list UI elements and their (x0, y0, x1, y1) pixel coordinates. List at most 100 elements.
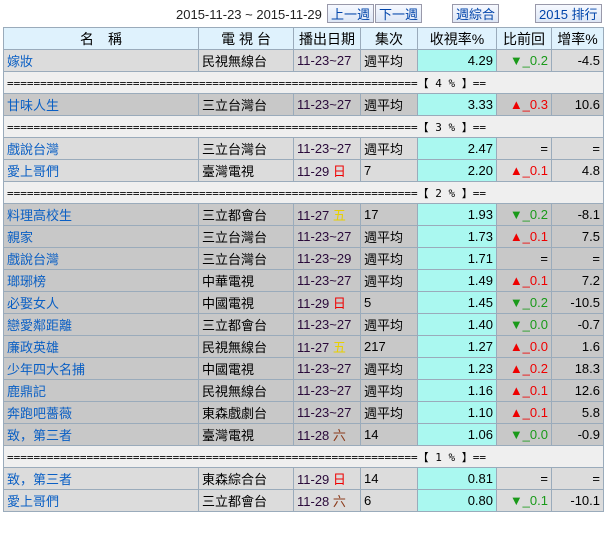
date-text: 11-28 (297, 494, 330, 509)
episode: 週平均 (360, 93, 418, 116)
change-value: 0.0 (529, 317, 548, 332)
ratings-table: 名 稱 電 視 台 播出日期 集次 收視率% 比前回 增率% 嫁妝 民視無線台 … (3, 27, 604, 512)
down-arrow-icon: ▼_ (509, 427, 530, 442)
date-text: 11-23~27 (297, 383, 352, 398)
change: ▲_0.3 (496, 93, 552, 116)
change-value: 0.2 (529, 207, 548, 222)
next-week-button[interactable]: 下一週 (375, 4, 423, 23)
change-value: 0.1 (529, 229, 548, 244)
down-arrow-icon: ▼_ (509, 295, 530, 310)
change-value: 0.2 (529, 295, 548, 310)
growth-rate: 5.8 (551, 401, 604, 424)
change: ▲_0.1 (496, 401, 552, 424)
table-row: 鹿鼎記 民視無線台 11-23~27 週平均 1.16 ▲_0.1 12.6 (3, 379, 604, 402)
down-arrow-icon: ▼_ (509, 207, 530, 222)
station: 東森戲劇台 (198, 401, 294, 424)
program-name-link[interactable]: 親家 (3, 225, 199, 248)
air-date: 11-28 六 (293, 423, 361, 446)
program-name-link[interactable]: 甘味人生 (3, 93, 199, 116)
program-name-link[interactable]: 戲說台灣 (3, 137, 199, 160)
rating: 1.93 (417, 203, 497, 226)
prev-week-button[interactable]: 上一週 (327, 4, 375, 23)
down-arrow-icon: ▼_ (509, 493, 530, 508)
change-value: = (540, 141, 548, 156)
rating: 1.71 (417, 247, 497, 270)
station: 三立都會台 (198, 313, 294, 336)
episode: 5 (360, 291, 418, 314)
rating: 1.49 (417, 269, 497, 292)
rating: 0.80 (417, 489, 497, 512)
episode: 週平均 (360, 49, 418, 72)
section-label: 【 2 % 】== (417, 186, 486, 200)
program-name-link[interactable]: 嫁妝 (3, 49, 199, 72)
program-name-link[interactable]: 致，第三者 (3, 423, 199, 446)
table-row: 料理高校生 三立都會台 11-27 五 17 1.93 ▼_0.2 -8.1 (3, 203, 604, 226)
episode: 週平均 (360, 379, 418, 402)
episode: 17 (360, 203, 418, 226)
air-date: 11-23~27 (293, 137, 361, 160)
table-row: 奔跑吧薔薇 東森戲劇台 11-23~27 週平均 1.10 ▲_0.1 5.8 (3, 401, 604, 424)
col-episode: 集次 (360, 27, 418, 50)
table-row: 必娶女人 中國電視 11-29 日 5 1.45 ▼_0.2 -10.5 (3, 291, 604, 314)
change: ▲_0.0 (496, 335, 552, 358)
section-label: 【 3 % 】== (417, 120, 486, 134)
col-date: 播出日期 (293, 27, 361, 50)
table-row: 親家 三立台灣台 11-23~27 週平均 1.73 ▲_0.1 7.5 (3, 225, 604, 248)
separator-line: ========================================… (3, 71, 604, 94)
program-name-link[interactable]: 戀愛鄰距離 (3, 313, 199, 336)
episode: 週平均 (360, 269, 418, 292)
rating: 1.40 (417, 313, 497, 336)
weekday: 日 (332, 164, 346, 179)
section-separator: ========================================… (3, 71, 604, 94)
program-name-link[interactable]: 愛上哥們 (3, 489, 199, 512)
rating: 2.20 (417, 159, 497, 182)
station: 中國電視 (198, 291, 294, 314)
change-value: 0.0 (529, 339, 548, 354)
air-date: 11-23~27 (293, 49, 361, 72)
growth-rate: = (551, 247, 604, 270)
col-name: 名 稱 (3, 27, 199, 50)
station: 民視無線台 (198, 335, 294, 358)
growth-rate: 4.8 (551, 159, 604, 182)
up-arrow-icon: ▲_ (509, 405, 530, 420)
table-row: 愛上哥們 臺灣電視 11-29 日 7 2.20 ▲_0.1 4.8 (3, 159, 604, 182)
change: ▲_0.1 (496, 159, 552, 182)
yearly-ranking-button[interactable]: 2015 排行 (535, 4, 602, 23)
rating: 1.73 (417, 225, 497, 248)
program-name-link[interactable]: 愛上哥們 (3, 159, 199, 182)
air-date: 11-23~27 (293, 93, 361, 116)
change: ▼_0.0 (496, 423, 552, 446)
program-name-link[interactable]: 戲說台灣 (3, 247, 199, 270)
table-row: 戲說台灣 三立台灣台 11-23~29 週平均 1.71 = = (3, 247, 604, 270)
program-name-link[interactable]: 鹿鼎記 (3, 379, 199, 402)
program-name-link[interactable]: 致，第三者 (3, 467, 199, 490)
air-date: 11-23~27 (293, 225, 361, 248)
episode: 14 (360, 467, 418, 490)
program-name-link[interactable]: 少年四大名捕 (3, 357, 199, 380)
rating: 4.29 (417, 49, 497, 72)
change-value: 0.1 (529, 383, 548, 398)
table-row: 嫁妝 民視無線台 11-23~27 週平均 4.29 ▼_0.2 -4.5 (3, 49, 604, 72)
growth-rate: 18.3 (551, 357, 604, 380)
week-summary-button[interactable]: 週綜合 (452, 4, 500, 23)
program-name-link[interactable]: 瑯琊榜 (3, 269, 199, 292)
station: 三立台灣台 (198, 137, 294, 160)
program-name-link[interactable]: 料理高校生 (3, 203, 199, 226)
growth-rate: = (551, 467, 604, 490)
growth-rate: 12.6 (551, 379, 604, 402)
episode: 14 (360, 423, 418, 446)
program-name-link[interactable]: 奔跑吧薔薇 (3, 401, 199, 424)
date-text: 11-23~27 (297, 273, 352, 288)
table-row: 瑯琊榜 中華電視 11-23~27 週平均 1.49 ▲_0.1 7.2 (3, 269, 604, 292)
table-row: 少年四大名捕 中國電視 11-23~27 週平均 1.23 ▲_0.2 18.3 (3, 357, 604, 380)
program-name-link[interactable]: 必娶女人 (3, 291, 199, 314)
date-text: 11-23~27 (297, 229, 352, 244)
growth-rate: -8.1 (551, 203, 604, 226)
episode: 週平均 (360, 357, 418, 380)
date-text: 11-27 (297, 340, 330, 355)
program-name-link[interactable]: 廉政英雄 (3, 335, 199, 358)
rating: 2.47 (417, 137, 497, 160)
change-value: 0.1 (529, 163, 548, 178)
date-text: 11-29 (297, 296, 330, 311)
up-arrow-icon: ▲_ (509, 163, 530, 178)
